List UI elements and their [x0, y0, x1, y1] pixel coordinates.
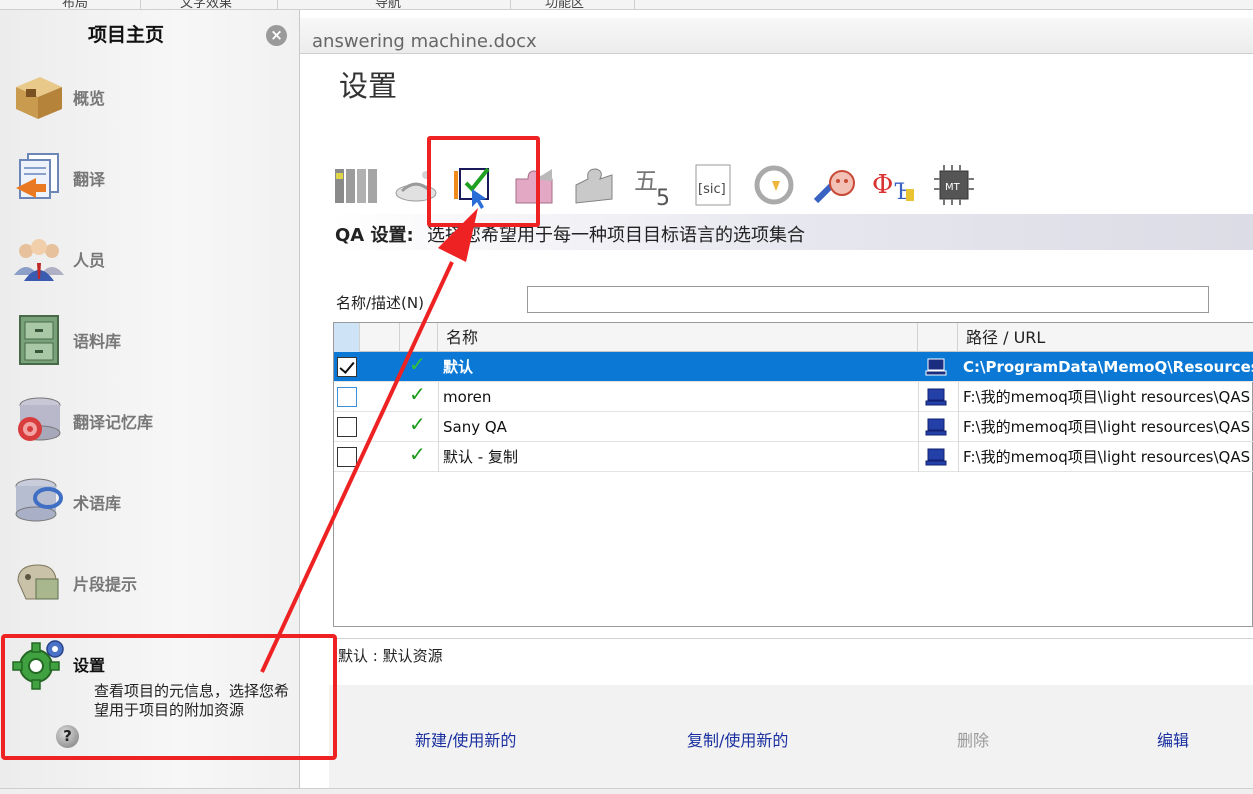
ribbon-strip: 布局 文字效果 导航 功能区 [0, 0, 1253, 11]
filter-label: 名称/描述(N) [336, 294, 424, 312]
database-icon [18, 397, 61, 441]
banner-title: QA 设置: [335, 225, 414, 246]
row-name: 默认 - 复制 [443, 448, 518, 466]
delete-link: 删除 [957, 731, 990, 750]
row-name: Sany QA [443, 418, 507, 436]
font-substitution-icon[interactable]: Φ Ъ [870, 161, 918, 209]
local-computer-icon [925, 358, 947, 376]
muse-icon [17, 564, 59, 600]
documents-icon [16, 153, 59, 199]
termbase-icon [15, 478, 63, 522]
sidebar-item-label: 片段提示 [73, 575, 138, 594]
ribbon-separator [140, 0, 141, 10]
column-divider [918, 382, 919, 412]
sidebar-item-label: 翻译记忆库 [73, 413, 154, 432]
sidebar-item-label: 人员 [73, 251, 106, 270]
local-computer-icon [925, 418, 947, 436]
resource-list: 名称 路径 / URL ✓ 默认 C:\ProgramData\MemoQ\Re… [333, 322, 1253, 627]
ribbon-separator [634, 0, 635, 10]
check-icon: ✓ [409, 382, 426, 406]
close-icon[interactable]: × [266, 25, 287, 46]
row-path: C:\ProgramData\MemoQ\Resources [963, 358, 1253, 376]
sidebar-title: 项目主页 [88, 24, 165, 46]
mt-settings-icon[interactable]: MT [930, 161, 978, 209]
puzzle-grey-icon[interactable] [570, 161, 618, 209]
column-spacer-header [360, 323, 400, 352]
non-translatables-icon[interactable] [810, 161, 858, 209]
people-icon [14, 239, 64, 281]
column-path-header[interactable]: 路径 / URL [958, 323, 1253, 352]
check-icon: ✓ [409, 412, 426, 436]
svg-text:Φ: Φ [872, 170, 893, 200]
table-row[interactable]: ✓ 默认 C:\ProgramData\MemoQ\Resources [334, 352, 1253, 382]
document-tab-bar: answering machine.docx [300, 18, 1253, 54]
sidebar-item-people[interactable]: 人员 [8, 225, 288, 295]
sidebar-item-translation-memories[interactable]: 翻译记忆库 [8, 387, 288, 457]
check-icon: ✓ [409, 442, 426, 466]
annotation-box-qa-icon [427, 136, 540, 227]
column-location-header[interactable] [918, 323, 958, 352]
local-computer-icon [925, 388, 947, 406]
row-checkbox[interactable] [337, 387, 357, 407]
sidebar-item-corpora[interactable]: 语料库 [8, 306, 288, 376]
clone-link[interactable]: 复制/使用新的 [687, 727, 788, 751]
action-bar: 新建/使用新的 复制/使用新的 删除 编辑 [329, 685, 1253, 794]
ribbon-separator [510, 0, 511, 10]
svg-text:5: 5 [656, 186, 670, 209]
table-row[interactable]: ✓ Sany QA F:\我的memoq项目\light resources\Q… [334, 412, 1253, 442]
row-path: F:\我的memoq项目\light resources\QAS [963, 448, 1251, 466]
sidebar-item-termbases[interactable]: 术语库 [8, 468, 288, 538]
autocorrect-icon[interactable] [750, 161, 798, 209]
edit-link[interactable]: 编辑 [1157, 727, 1189, 751]
local-computer-icon [925, 448, 947, 466]
segmentation-icon[interactable]: 五 5 [630, 161, 678, 209]
row-name: 默认 [443, 358, 474, 376]
sidebar-item-translations[interactable]: 翻译 [8, 144, 288, 214]
ignore-list-icon[interactable]: [sic] [690, 161, 738, 209]
row-checkbox[interactable] [337, 357, 357, 377]
sidebar-item-label: 概览 [73, 89, 106, 108]
sidebar-item-label: 翻译 [73, 170, 106, 189]
sidebar-item-label: 语料库 [73, 332, 122, 351]
bottom-status-strip [0, 788, 1253, 794]
create-new-link[interactable]: 新建/使用新的 [415, 727, 516, 751]
table-row[interactable]: ✓ 默认 - 复制 F:\我的memoq项目\light resources\Q… [334, 442, 1253, 472]
sidebar-item-label: 术语库 [73, 494, 122, 513]
row-path: F:\我的memoq项目\light resources\QAS [963, 418, 1251, 436]
list-header: 名称 路径 / URL [334, 323, 1253, 352]
ribbon-tab-ribbon[interactable]: 功能区 [545, 0, 584, 11]
filter-input[interactable] [527, 286, 1209, 313]
column-name-header[interactable]: 名称 [438, 323, 918, 352]
cabinet-icon [19, 315, 59, 365]
sidebar-item-muses[interactable]: 片段提示 [8, 549, 288, 619]
ribbon-tab-navigation[interactable]: 导航 [375, 0, 401, 11]
column-select-header[interactable] [334, 323, 360, 352]
annotation-box-settings [1, 634, 337, 760]
ribbon-separator [277, 0, 278, 10]
column-divider [918, 442, 919, 472]
svg-text:五: 五 [634, 167, 658, 195]
binders-icon[interactable] [332, 161, 380, 209]
row-name: moren [443, 388, 492, 406]
column-status-header[interactable] [400, 323, 438, 352]
row-path: F:\我的memoq项目\light resources\QAS [963, 388, 1251, 406]
page-title: 设置 [339, 69, 398, 103]
sidebar-header: 项目主页 × [0, 10, 300, 54]
box-icon [16, 77, 62, 119]
status-text: 默认 : 默认资源 [338, 647, 443, 665]
table-row[interactable]: ✓ moren F:\我的memoq项目\light resources\QAS [334, 382, 1253, 412]
selection-status: 默认 : 默认资源 [333, 638, 1253, 684]
row-checkbox[interactable] [337, 447, 357, 467]
check-icon: ✓ [409, 352, 426, 376]
sidebar-item-overview[interactable]: 概览 [8, 63, 288, 133]
document-tab[interactable]: answering machine.docx [312, 31, 537, 52]
svg-text:[sic]: [sic] [698, 182, 726, 197]
svg-text:MT: MT [945, 182, 961, 193]
row-checkbox[interactable] [337, 417, 357, 437]
column-divider [918, 412, 919, 442]
